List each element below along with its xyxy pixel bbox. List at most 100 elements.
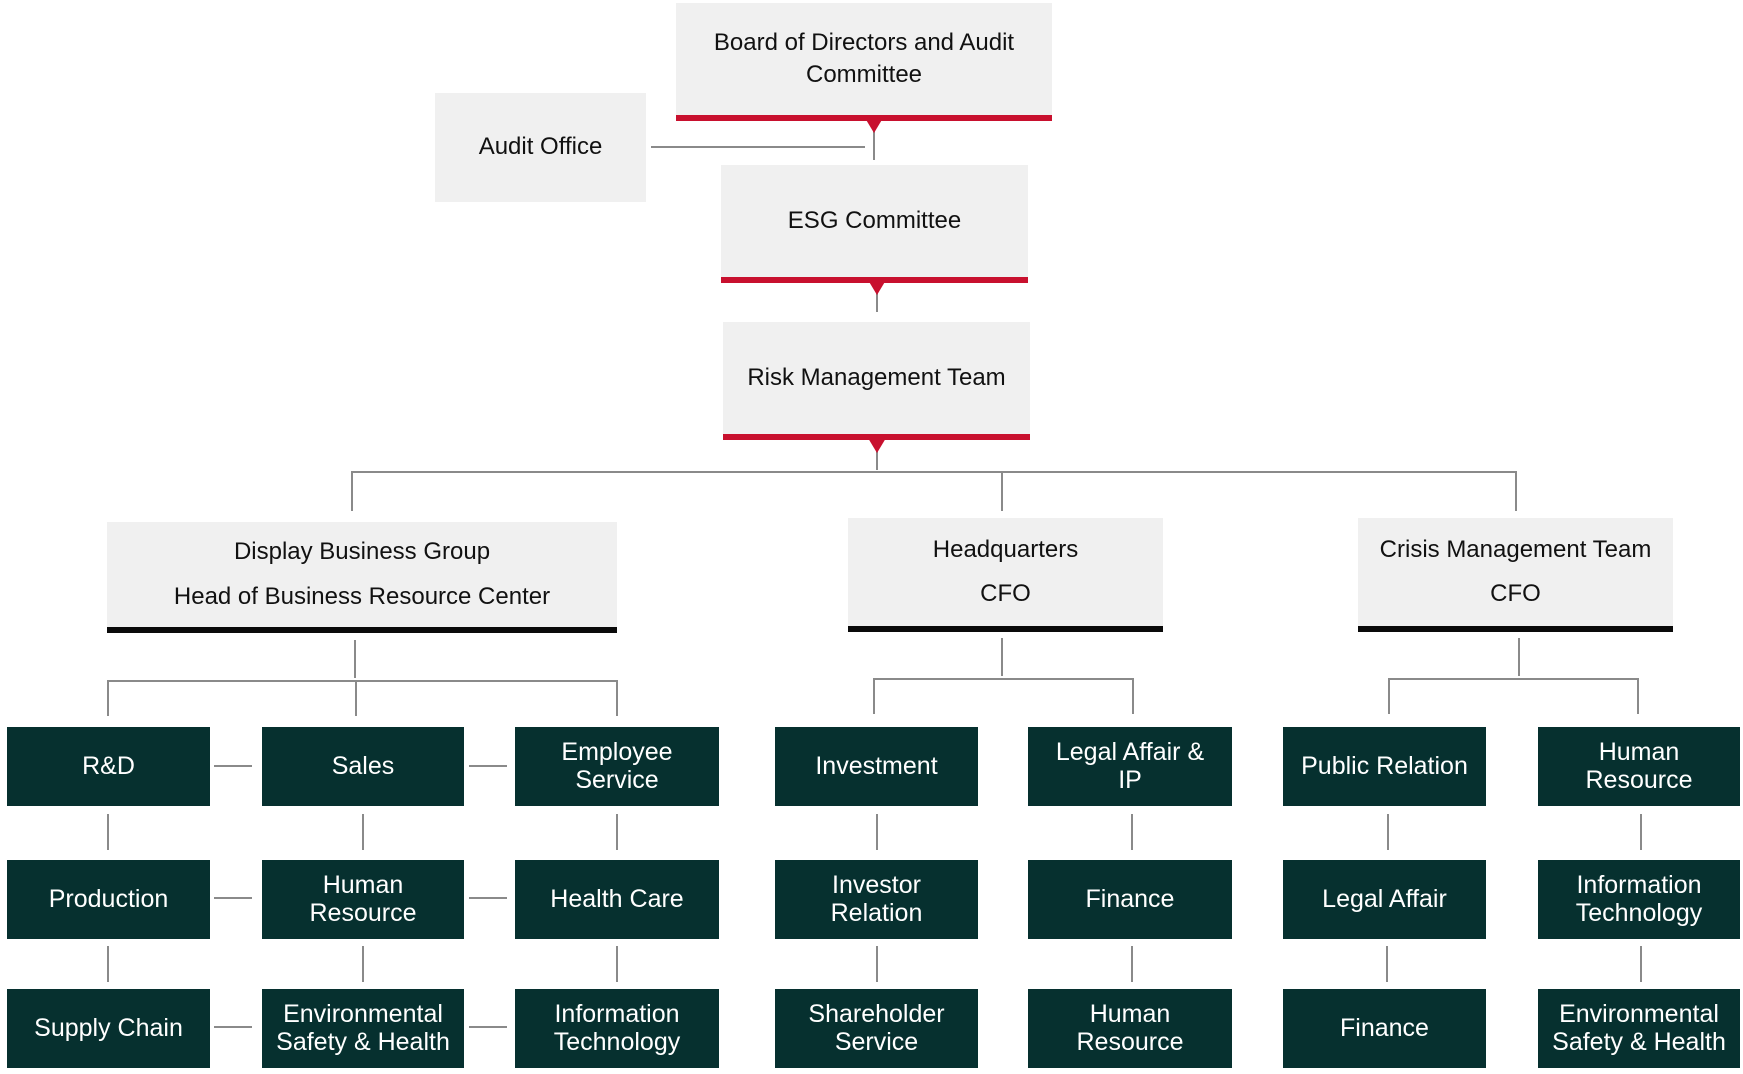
connector-line bbox=[651, 146, 865, 148]
unit-environmental-safety-health[interactable]: Environmental Safety & Health bbox=[262, 989, 464, 1068]
connector-line bbox=[214, 765, 252, 767]
unit-sales[interactable]: Sales bbox=[262, 727, 464, 806]
unit-label: Resource bbox=[1076, 1027, 1184, 1056]
connector-line bbox=[1131, 946, 1133, 982]
unit-legal-affair-ip[interactable]: Legal Affair & IP bbox=[1028, 727, 1232, 806]
node-label: Audit Office bbox=[478, 133, 603, 161]
unit-label: R&D bbox=[82, 751, 135, 780]
connector-line bbox=[107, 946, 109, 982]
node-label: CFO bbox=[1490, 580, 1541, 607]
node-label: Headquarters bbox=[932, 535, 1079, 563]
connector-line bbox=[1640, 814, 1642, 850]
unit-human-resource[interactable]: Human Resource bbox=[1538, 727, 1740, 806]
unit-label: Legal Affair & bbox=[1055, 738, 1205, 766]
unit-information-technology[interactable]: Information Technology bbox=[1538, 860, 1740, 939]
unit-finance[interactable]: Finance bbox=[1283, 989, 1486, 1068]
unit-public-relation[interactable]: Public Relation bbox=[1283, 727, 1486, 806]
connector-line bbox=[107, 814, 109, 850]
connector-line bbox=[1518, 638, 1520, 676]
connector-line bbox=[469, 765, 507, 767]
connector-line bbox=[1001, 638, 1003, 676]
connector-line bbox=[1132, 678, 1134, 714]
connector-line bbox=[214, 1026, 252, 1028]
node-label: Risk Management Team bbox=[747, 363, 1006, 391]
unit-label: Investor bbox=[832, 871, 921, 899]
node-audit-office[interactable]: Audit Office bbox=[435, 93, 646, 202]
unit-health-care[interactable]: Health Care bbox=[515, 860, 719, 939]
connector-line bbox=[873, 678, 875, 714]
unit-label: Safety & Health bbox=[276, 1027, 450, 1056]
unit-label: Safety & Health bbox=[1552, 1027, 1726, 1056]
unit-label: Environmental bbox=[283, 1000, 443, 1028]
node-label: ESG Committee bbox=[787, 206, 962, 234]
unit-label: Health Care bbox=[550, 884, 684, 913]
unit-label: Sales bbox=[331, 751, 395, 780]
connector-line bbox=[1637, 678, 1639, 714]
connector-line bbox=[616, 680, 618, 716]
connector-line bbox=[616, 946, 618, 982]
unit-production[interactable]: Production bbox=[7, 860, 210, 939]
connector-line bbox=[873, 678, 1134, 680]
unit-shareholder-service[interactable]: Shareholder Service bbox=[775, 989, 978, 1068]
unit-rd[interactable]: R&D bbox=[7, 727, 210, 806]
connector-line bbox=[214, 897, 252, 899]
unit-label: Public Relation bbox=[1301, 751, 1468, 780]
connector-line bbox=[107, 680, 109, 716]
arrow-down-icon bbox=[868, 438, 886, 453]
unit-label: Human bbox=[322, 871, 404, 899]
unit-information-technology[interactable]: Information Technology bbox=[515, 989, 719, 1068]
unit-label: Service bbox=[834, 1027, 919, 1056]
unit-environmental-safety-health[interactable]: Environmental Safety & Health bbox=[1538, 989, 1740, 1068]
node-crisis-management-team[interactable]: Crisis Management Team CFO bbox=[1358, 518, 1673, 632]
connector-line bbox=[1388, 678, 1639, 680]
node-display-business-group[interactable]: Display Business Group Head of Business … bbox=[107, 522, 617, 633]
unit-label: Investment bbox=[815, 751, 938, 780]
node-label: Crisis Management Team bbox=[1379, 535, 1652, 563]
node-label: Board of Directors and Audit bbox=[713, 28, 1015, 56]
unit-human-resource[interactable]: Human Resource bbox=[1028, 989, 1232, 1068]
node-label: CFO bbox=[980, 580, 1031, 607]
connector-line bbox=[107, 680, 618, 682]
node-risk-management-team[interactable]: Risk Management Team bbox=[723, 322, 1030, 440]
unit-employee-service[interactable]: Employee Service bbox=[515, 727, 719, 806]
unit-legal-affair[interactable]: Legal Affair bbox=[1283, 860, 1486, 939]
unit-finance[interactable]: Finance bbox=[1028, 860, 1232, 939]
connector-line bbox=[1387, 814, 1389, 850]
unit-label: Information bbox=[554, 1000, 680, 1028]
connector-line bbox=[1640, 946, 1642, 982]
node-headquarters[interactable]: Headquarters CFO bbox=[848, 518, 1163, 632]
node-label: Head of Business Resource Center bbox=[173, 582, 551, 610]
unit-label: Legal Affair bbox=[1322, 884, 1447, 913]
unit-label: Employee bbox=[561, 738, 673, 766]
unit-label: Environmental bbox=[1559, 1000, 1719, 1028]
connector-line bbox=[469, 1026, 507, 1028]
unit-label: Finance bbox=[1085, 884, 1175, 913]
unit-label: Human bbox=[1089, 1000, 1171, 1028]
unit-label: Production bbox=[48, 884, 169, 913]
unit-label: Technology bbox=[553, 1027, 681, 1056]
connector-line bbox=[355, 680, 357, 716]
unit-label: Finance bbox=[1340, 1013, 1429, 1042]
unit-label: Relation bbox=[830, 898, 923, 927]
node-esg-committee[interactable]: ESG Committee bbox=[721, 165, 1028, 283]
unit-label: Resource bbox=[1585, 765, 1693, 794]
unit-human-resource[interactable]: Human Resource bbox=[262, 860, 464, 939]
unit-label: IP bbox=[1118, 765, 1142, 794]
unit-label: Supply Chain bbox=[34, 1013, 183, 1042]
connector-line bbox=[362, 814, 364, 850]
unit-label: Human bbox=[1598, 738, 1680, 766]
unit-investor-relation[interactable]: Investor Relation bbox=[775, 860, 978, 939]
connector-line bbox=[1386, 946, 1388, 982]
unit-investment[interactable]: Investment bbox=[775, 727, 978, 806]
unit-label: Information bbox=[1576, 871, 1702, 899]
unit-label: Resource bbox=[309, 898, 417, 927]
node-board-of-directors[interactable]: Board of Directors and Audit Committee bbox=[676, 3, 1052, 121]
connector-line bbox=[876, 814, 878, 850]
unit-supply-chain[interactable]: Supply Chain bbox=[7, 989, 210, 1068]
connector-line bbox=[616, 814, 618, 850]
unit-label: Technology bbox=[1575, 898, 1703, 927]
connector-line bbox=[1001, 471, 1003, 511]
node-label: Display Business Group bbox=[233, 538, 491, 566]
connector-line bbox=[354, 640, 356, 678]
connector-line bbox=[1515, 471, 1517, 511]
